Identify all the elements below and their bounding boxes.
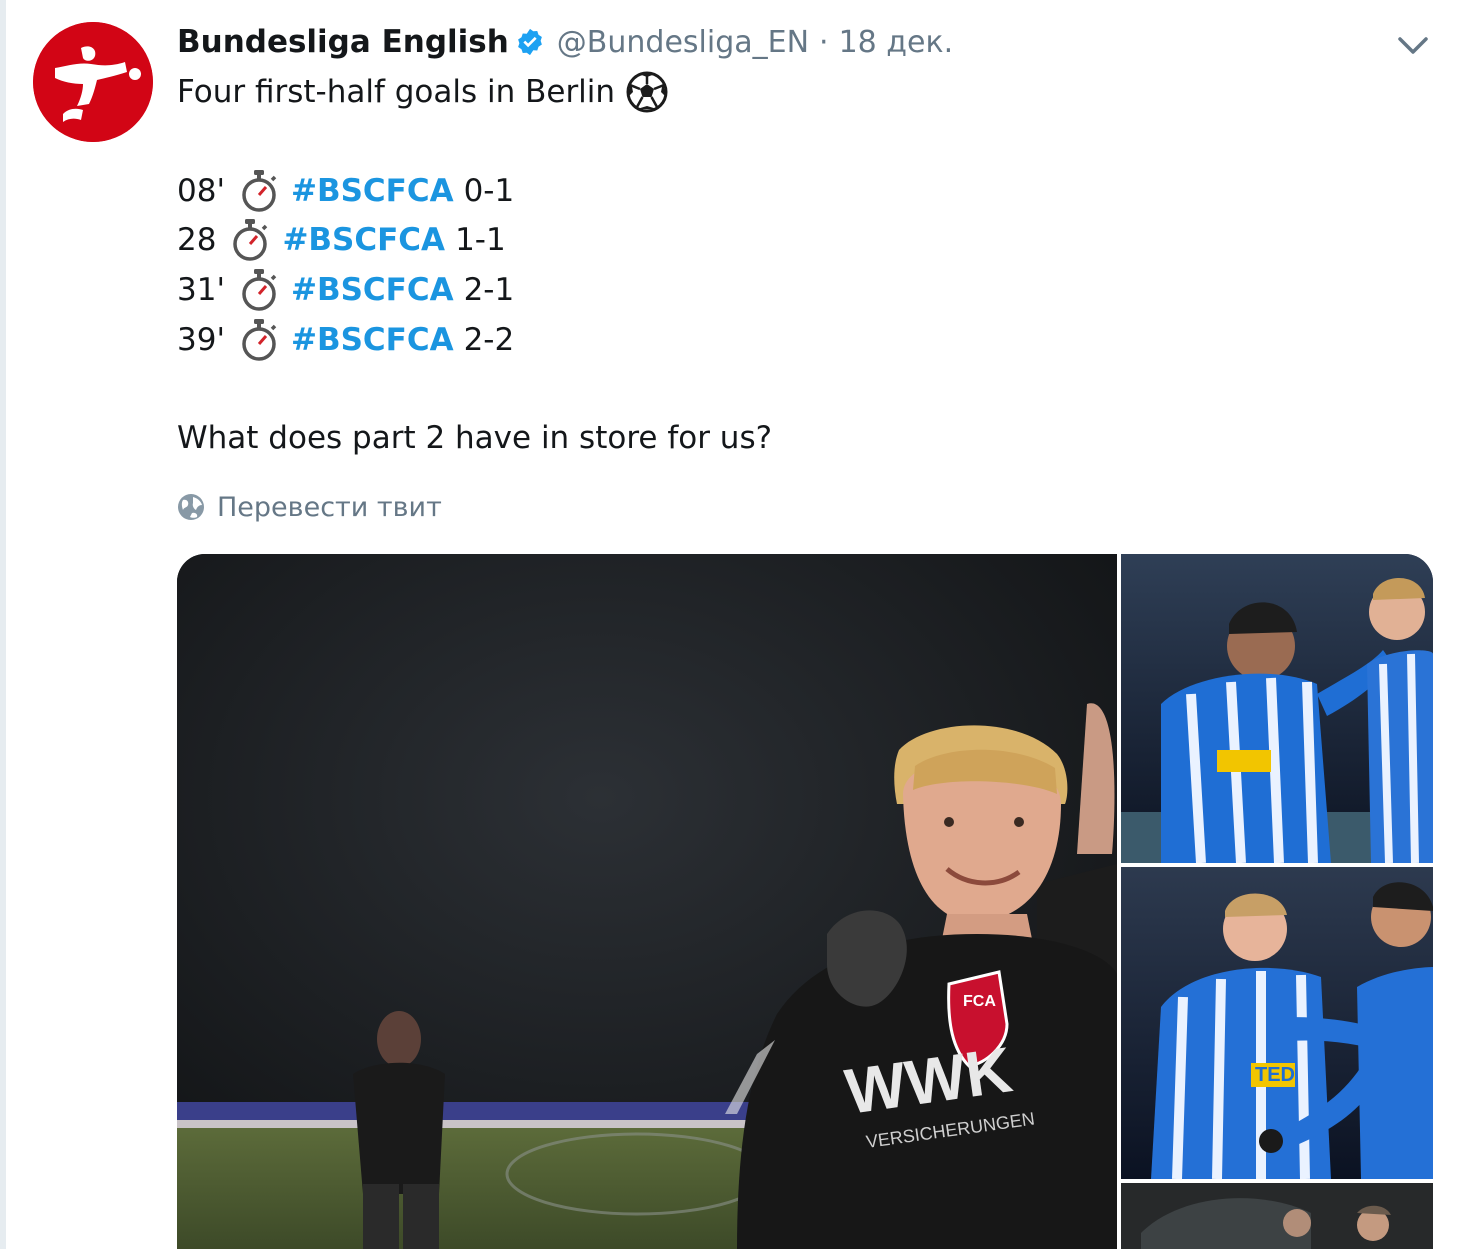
hashtag-link[interactable]: #BSCFCA	[291, 320, 454, 360]
soccer-ball-icon	[626, 71, 668, 113]
stopwatch-icon	[242, 319, 277, 361]
goal-minute: 39'	[177, 322, 225, 358]
goal-score: 2-2	[463, 322, 515, 358]
photo-top-right-image	[1121, 554, 1433, 863]
hashtag-link[interactable]: #BSCFCA	[291, 270, 454, 310]
goal-score: 0-1	[463, 173, 515, 209]
tweet-date[interactable]: 18 дек.	[839, 25, 954, 60]
media-grid: FCA WWK VERSICHERUNGEN TED	[177, 554, 1433, 1249]
globe-icon	[178, 494, 204, 520]
photo-bottom-right[interactable]	[1121, 1183, 1433, 1249]
tweet-text-outro: What does part 2 have in store for us?	[177, 420, 773, 456]
photo-bottom-right-image	[1121, 1183, 1433, 1249]
avatar[interactable]	[33, 22, 153, 142]
translate-label: Перевести твит	[217, 491, 442, 523]
bundesliga-logo-icon	[33, 22, 153, 142]
stopwatch-icon	[242, 269, 277, 311]
photo-middle-right[interactable]: TED	[1121, 867, 1433, 1179]
verified-badge-icon	[517, 28, 542, 56]
tweet-text-intro: Four first-half goals in Berlin	[177, 70, 669, 114]
goal-line: 28 #BSCFCA 1-1	[177, 218, 506, 262]
meta-separator: ·	[819, 24, 829, 60]
crest-text: FCA	[963, 993, 996, 1010]
tweet-header: Bundesliga English @Bundesliga_EN · 18 д…	[177, 20, 953, 64]
hashtag-link[interactable]: #BSCFCA	[291, 171, 454, 211]
photo-top-right[interactable]	[1121, 554, 1433, 863]
photo-middle-right-image: TED	[1121, 867, 1433, 1179]
stopwatch-icon	[233, 219, 268, 261]
goal-minute: 08'	[177, 173, 225, 209]
goal-minute: 31'	[177, 272, 225, 308]
goal-score: 2-1	[463, 272, 515, 308]
author-display-name[interactable]: Bundesliga English	[177, 24, 509, 60]
intro-text: Four first-half goals in Berlin	[177, 74, 616, 110]
goal-line: 08' #BSCFCA 0-1	[177, 169, 514, 213]
goal-minute: 28	[177, 222, 217, 258]
photo-main[interactable]: FCA WWK VERSICHERUNGEN	[177, 554, 1117, 1249]
timeline-border	[0, 0, 6, 1249]
goal-score: 1-1	[455, 222, 506, 258]
stopwatch-icon	[242, 170, 277, 212]
goal-line: 39' #BSCFCA 2-2	[177, 318, 514, 362]
author-handle[interactable]: @Bundesliga_EN	[557, 25, 809, 60]
translate-tweet-link[interactable]: Перевести твит	[177, 490, 442, 524]
shirt-sponsor-r2: TED	[1255, 1064, 1295, 1086]
goal-line: 31' #BSCFCA 2-1	[177, 268, 514, 312]
photo-main-image: FCA WWK VERSICHERUNGEN	[177, 554, 1117, 1249]
hashtag-link[interactable]: #BSCFCA	[282, 220, 445, 260]
chevron-down-icon[interactable]	[1396, 32, 1430, 58]
